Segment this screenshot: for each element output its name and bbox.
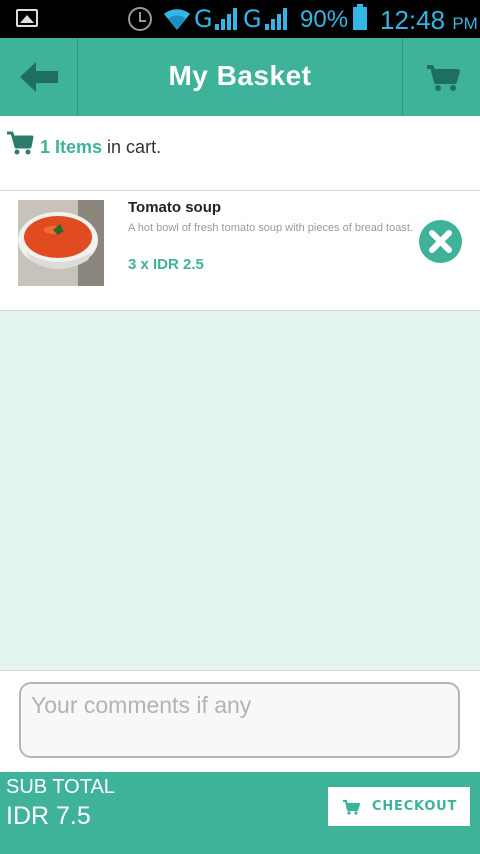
item-name: Tomato soup [128,199,222,216]
checkout-footer: SUB TOTAL IDR 7.5 CHECKOUT [0,772,480,854]
subtotal-value: IDR 7.5 [6,802,91,830]
checkout-label: CHECKOUT [372,799,458,814]
cart-count: 1 Items [40,137,103,157]
item-description: A hot bowl of fresh tomato soup with pie… [128,222,413,234]
cart-item: Tomato soup A hot bowl of fresh tomato s… [0,191,480,311]
item-price: 3 x IDR 2.5 [128,256,204,273]
shopping-cart-icon [7,131,34,155]
image-notification-icon [16,9,38,27]
arrow-left-icon [20,62,58,92]
page-title: My Basket [168,60,312,91]
comments-section [0,670,480,772]
clock: 12:48 PM [380,5,478,35]
cart-summary: 1 Items in cart. [0,116,480,191]
shopping-cart-icon [343,799,360,815]
cart-button[interactable] [402,38,480,116]
signal-icon-2 [265,8,287,30]
wifi-icon [164,9,190,31]
alarm-icon [128,7,152,31]
remove-item-button[interactable] [419,220,462,263]
app-header: My Basket [0,38,480,116]
subtotal-label: SUB TOTAL [6,776,115,798]
cart-count-text: 1 Items in cart. [40,137,162,157]
signal-icon-1 [215,8,237,30]
item-thumbnail [18,200,104,286]
back-button[interactable] [0,38,78,116]
remove-x-icon [429,230,452,253]
comments-input[interactable] [19,682,460,758]
battery-percentage: 90% [300,6,349,33]
network-type-1: G [194,5,213,33]
battery-icon [353,4,367,30]
shopping-cart-icon [427,65,460,91]
checkout-button[interactable]: CHECKOUT [328,787,470,826]
network-type-2: G [243,5,262,33]
status-bar: G G 90% 12:48 PM [0,0,480,38]
